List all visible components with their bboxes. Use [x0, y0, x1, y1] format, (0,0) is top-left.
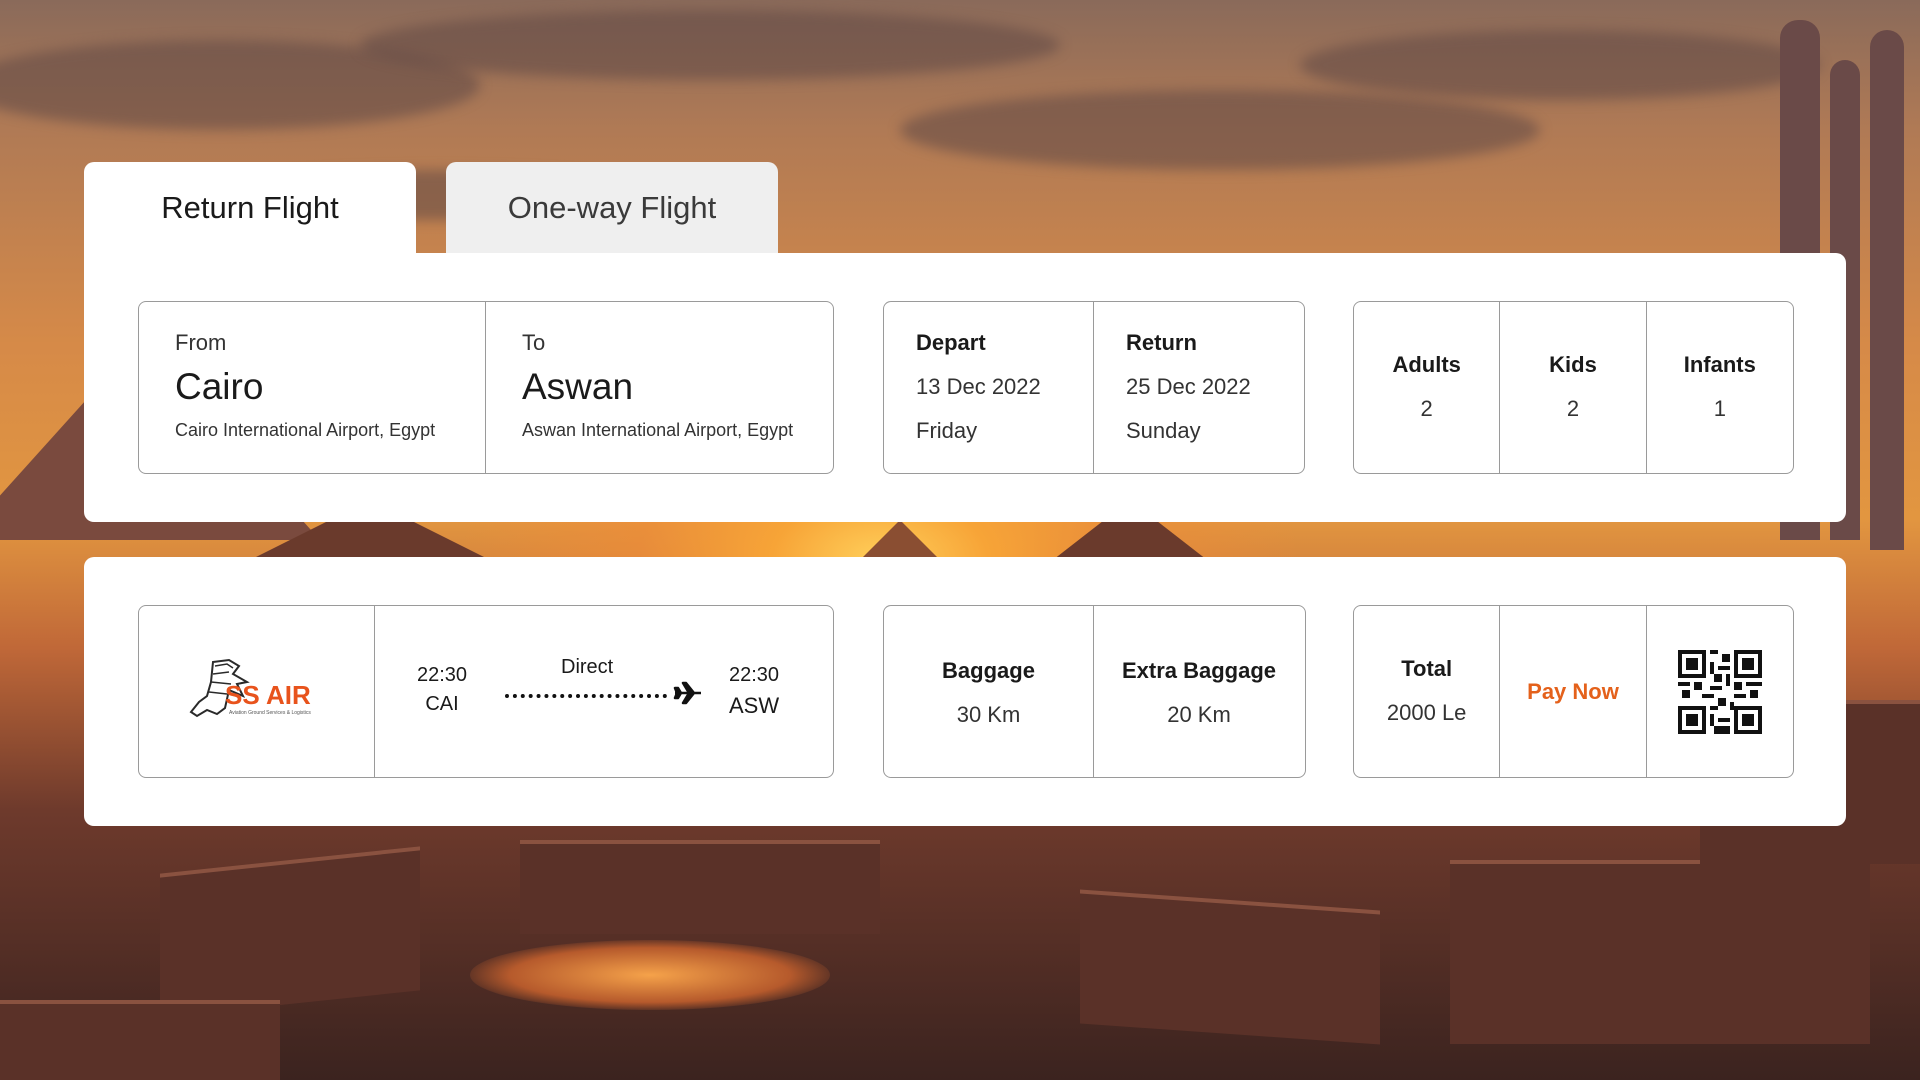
from-airport: Cairo International Airport, Egypt: [175, 420, 436, 440]
total-cell: Total 2000 Le: [1354, 606, 1501, 777]
departure-info: 22:30 CAI: [417, 664, 467, 716]
from-city: Cairo: [175, 366, 264, 407]
qr-code-icon: [1677, 649, 1762, 734]
svg-text:SS AIR: SS AIR: [225, 680, 311, 710]
depart-label: Depart: [916, 330, 986, 355]
payment-box: Total 2000 Le Pay Now: [1353, 605, 1794, 778]
adults-label: Adults: [1392, 352, 1461, 377]
return-date-field[interactable]: Return 25 Dec 2022 Sunday: [1094, 302, 1304, 473]
kids-field[interactable]: Kids 2: [1500, 302, 1647, 473]
flight-result-panel: SS AIR Aviation Ground Services & Logist…: [84, 557, 1846, 826]
return-day: Sunday: [1126, 418, 1201, 443]
infants-label: Infants: [1683, 352, 1756, 377]
tab-return-flight[interactable]: Return Flight: [84, 162, 416, 254]
depart-date-field[interactable]: Depart 13 Dec 2022 Friday: [884, 302, 1094, 473]
baggage-value: 30 Km: [956, 702, 1021, 727]
extra-baggage-cell[interactable]: Extra Baggage 20 Km: [1094, 606, 1304, 777]
return-label: Return: [1126, 330, 1197, 355]
departure-time: 22:30: [417, 664, 468, 686]
from-label: From: [175, 330, 227, 355]
baggage-info: Baggage 30 Km Extra Baggage 20 Km: [883, 605, 1306, 778]
kids-label: Kids: [1549, 352, 1597, 377]
route-dotted-line: [505, 694, 667, 698]
stops-label: Direct: [561, 656, 614, 678]
infants-field[interactable]: Infants 1: [1647, 302, 1793, 473]
adults-count: 2: [1420, 396, 1433, 421]
airline-logo: SS AIR Aviation Ground Services & Logist…: [139, 606, 375, 777]
to-airport: Aswan International Airport, Egypt: [522, 420, 794, 440]
flight-itinerary: 22:30 CAI Direct 22:30 ASW: [375, 606, 833, 777]
baggage-cell: Baggage 30 Km: [884, 606, 1094, 777]
svg-text:Aviation Ground Services & Log: Aviation Ground Services & Logistics: [229, 710, 311, 716]
departure-code: CAI: [425, 693, 459, 715]
depart-date: 13 Dec 2022: [916, 374, 1041, 399]
return-date: 25 Dec 2022: [1126, 374, 1251, 399]
adults-field[interactable]: Adults 2: [1354, 302, 1501, 473]
total-value: 2000 Le: [1386, 700, 1467, 725]
baggage-label: Baggage: [942, 658, 1035, 683]
arrival-info: 22:30 ASW: [729, 664, 779, 719]
pay-now-button[interactable]: Pay Now: [1500, 606, 1647, 777]
from-field[interactable]: From Cairo Cairo International Airport, …: [139, 302, 486, 473]
route-selector: From Cairo Cairo International Airport, …: [138, 301, 834, 474]
extra-baggage-label: Extra Baggage: [1121, 658, 1277, 683]
arrival-code: ASW: [729, 693, 780, 718]
total-label: Total: [1401, 656, 1453, 681]
depart-day: Friday: [916, 418, 978, 443]
arrival-time: 22:30: [729, 664, 780, 686]
date-selector: Depart 13 Dec 2022 Friday Return 25 Dec …: [883, 301, 1305, 474]
flight-card[interactable]: SS AIR Aviation Ground Services & Logist…: [138, 605, 834, 778]
to-label: To: [522, 330, 546, 355]
to-field[interactable]: To Aswan Aswan International Airport, Eg…: [486, 302, 832, 473]
passenger-selector: Adults 2 Kids 2 Infants 1: [1353, 301, 1794, 474]
kids-count: 2: [1566, 396, 1580, 421]
infants-count: 1: [1713, 396, 1726, 421]
airplane-icon: [673, 681, 701, 705]
qr-code-cell[interactable]: [1647, 606, 1793, 777]
tab-one-way-flight[interactable]: One-way Flight: [446, 162, 778, 254]
search-panel: From Cairo Cairo International Airport, …: [84, 253, 1846, 522]
ss-air-logo-icon: SS AIR Aviation Ground Services & Logist…: [189, 658, 311, 717]
to-city: Aswan: [522, 366, 634, 407]
extra-baggage-value: 20 Km: [1167, 702, 1231, 727]
